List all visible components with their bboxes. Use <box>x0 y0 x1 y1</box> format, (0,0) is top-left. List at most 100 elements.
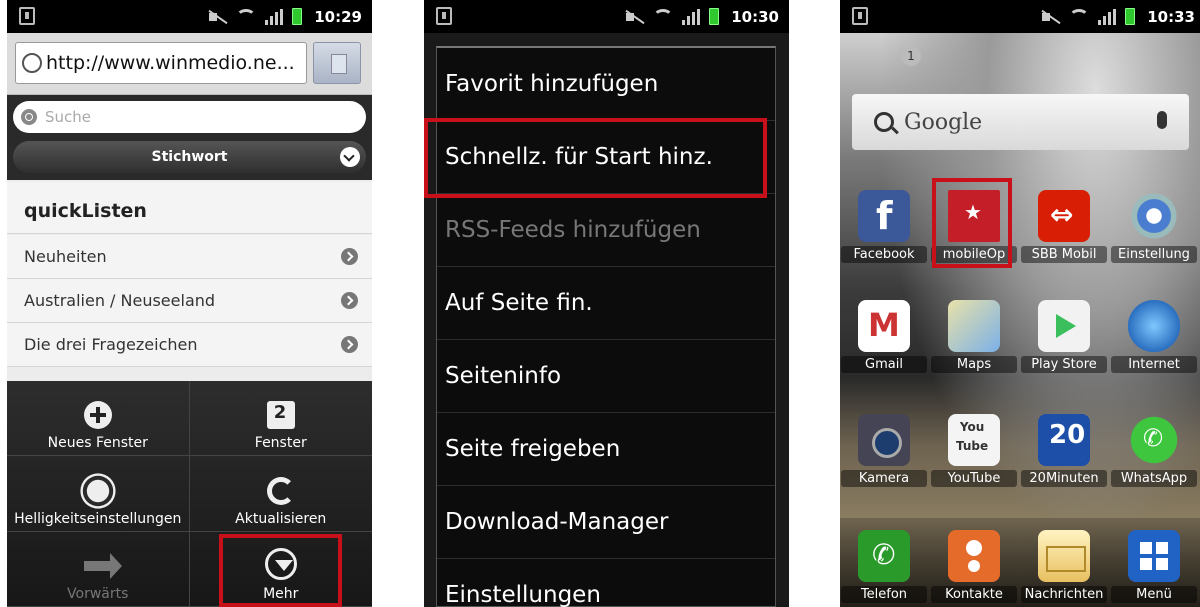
menu-label: Seite freigeben <box>445 436 621 462</box>
app-whatsapp[interactable]: WhatsApp <box>1111 414 1197 487</box>
mute-icon <box>207 9 227 25</box>
app-label: Facebook <box>841 246 927 263</box>
phone-screen-more-menu: 10:30 Favorit hinzufügen Schnellz. für S… <box>424 0 789 607</box>
app-settings[interactable]: Einstellung <box>1111 190 1197 263</box>
windows-icon <box>266 401 295 430</box>
sbb-icon <box>1038 190 1090 242</box>
20minuten-icon <box>1038 414 1090 466</box>
app-label: Kamera <box>841 470 927 487</box>
play-store-icon <box>1038 300 1090 352</box>
dock-messages[interactable]: Nachrichten <box>1021 530 1107 603</box>
chevron-down-icon <box>340 147 360 167</box>
app-label: YouTube <box>931 470 1017 487</box>
menu-label: Mehr <box>263 586 299 602</box>
search-input[interactable]: Suche <box>13 101 366 133</box>
menu-label: Download-Manager <box>445 509 669 535</box>
search-area: Suche Stichwort <box>7 95 372 180</box>
url-field[interactable]: http://www.winmedio.ne... <box>15 42 307 84</box>
app-sbb-mobile[interactable]: SBB Mobil <box>1021 190 1107 263</box>
menu-windows[interactable]: Fenster <box>189 381 372 457</box>
list-item-label: Australien / Neuseeland <box>24 291 216 310</box>
app-maps[interactable]: Maps <box>931 300 1017 373</box>
app-mobileopac[interactable]: mobileOp <box>931 190 1017 263</box>
menu-page-info[interactable]: Seiteninfo <box>437 340 775 413</box>
browser-url-bar: http://www.winmedio.ne... <box>7 33 372 95</box>
app-label: Einstellung <box>1111 246 1197 263</box>
facebook-icon <box>858 190 910 242</box>
dock-phone[interactable]: Telefon <box>841 530 927 603</box>
status-bar: 10:30 <box>424 0 789 33</box>
browser-options-menu: Neues Fenster Fenster Helligkeitseinstel… <box>7 381 372 607</box>
app-youtube[interactable]: You Tube <box>931 414 1017 487</box>
menu-share-page[interactable]: Seite freigeben <box>437 413 775 486</box>
notification-icon <box>436 7 452 25</box>
app-facebook[interactable]: Facebook <box>841 190 927 263</box>
app-label: WhatsApp <box>1111 470 1197 487</box>
list-item[interactable]: Die drei Fragezeichen <box>7 323 372 367</box>
menu-label: Auf Seite fin. <box>445 290 593 316</box>
dock: Telefon Kontakte Nachrichten Menü <box>840 518 1200 607</box>
menu-forward[interactable]: Vorwärts <box>7 531 190 607</box>
status-bar: 10:33 <box>840 0 1200 33</box>
battery-icon <box>292 8 303 25</box>
app-label: Play Store <box>1021 356 1107 373</box>
menu-label: Fenster <box>254 435 307 452</box>
dropdown-value: Stichwort <box>151 149 228 165</box>
app-label: Kontakte <box>931 586 1017 603</box>
signal-icon <box>265 8 284 25</box>
section-title: quickListen <box>7 182 372 234</box>
menu-new-window[interactable]: Neues Fenster <box>7 381 190 457</box>
wifi-icon <box>653 8 674 25</box>
menu-label: Favorit hinzufügen <box>445 71 659 97</box>
app-internet[interactable]: Internet <box>1111 300 1197 373</box>
menu-add-favorite[interactable]: Favorit hinzufügen <box>437 48 775 121</box>
app-camera[interactable]: Kamera <box>841 414 927 487</box>
globe-icon <box>22 53 42 73</box>
bookmark-button[interactable] <box>313 42 361 84</box>
search-placeholder: Suche <box>45 108 92 126</box>
menu-refresh[interactable]: Aktualisieren <box>189 456 372 532</box>
wifi-icon <box>1069 8 1090 25</box>
app-label: Internet <box>1111 356 1197 373</box>
app-label: Menü <box>1111 586 1197 603</box>
app-play-store[interactable]: Play Store <box>1021 300 1107 373</box>
dock-menu[interactable]: Menü <box>1111 530 1197 603</box>
menu-label: Vorwärts <box>67 586 129 602</box>
list-item[interactable]: Neuheiten <box>7 235 372 279</box>
mute-icon <box>624 9 644 25</box>
menu-more[interactable]: Mehr <box>189 532 372 607</box>
app-gmail[interactable]: Gmail <box>841 300 927 373</box>
list-item-label: Die drei Fragezeichen <box>24 335 198 354</box>
mobileopac-bookmark-icon <box>948 190 1000 242</box>
app-label: mobileOp <box>931 246 1017 263</box>
menu-find-on-page[interactable]: Auf Seite fin. <box>437 267 775 340</box>
app-label: Maps <box>931 356 1017 373</box>
mute-icon <box>1040 9 1060 25</box>
microphone-icon[interactable] <box>1157 111 1167 129</box>
menu-brightness[interactable]: Helligkeitseinstellungen <box>7 456 190 532</box>
google-search-widget[interactable]: Google <box>852 94 1189 150</box>
youtube-icon <box>948 414 1000 466</box>
contacts-icon <box>948 530 1000 582</box>
quicklist: Neuheiten Australien / Neuseeland Die dr… <box>7 235 372 367</box>
menu-add-shortcut-home[interactable]: Schnellz. für Start hinz. <box>437 121 775 194</box>
search-widget-label: Google <box>904 109 983 135</box>
app-label: Telefon <box>841 586 927 603</box>
menu-download-manager[interactable]: Download-Manager <box>437 486 775 559</box>
battery-icon <box>709 8 720 25</box>
menu-label: Neues Fenster <box>47 435 148 452</box>
menu-add-rss-feeds[interactable]: RSS-Feeds hinzufügen <box>437 194 775 267</box>
whatsapp-icon <box>1128 414 1180 466</box>
chevron-right-icon <box>341 292 358 309</box>
menu-settings[interactable]: Einstellungen <box>437 559 775 607</box>
app-20minuten[interactable]: 20Minuten <box>1021 414 1107 487</box>
search-icon <box>21 109 37 125</box>
gmail-icon <box>858 300 910 352</box>
brightness-icon <box>86 479 109 502</box>
phone-screen-home: 10:33 1 Google Facebook mobileOp SBB Mob… <box>840 0 1200 607</box>
menu-label: Aktualisieren <box>235 510 327 527</box>
list-item[interactable]: Australien / Neuseeland <box>7 279 372 323</box>
app-label: Nachrichten <box>1021 586 1107 603</box>
search-type-dropdown[interactable]: Stichwort <box>13 141 366 173</box>
dock-contacts[interactable]: Kontakte <box>931 530 1017 603</box>
